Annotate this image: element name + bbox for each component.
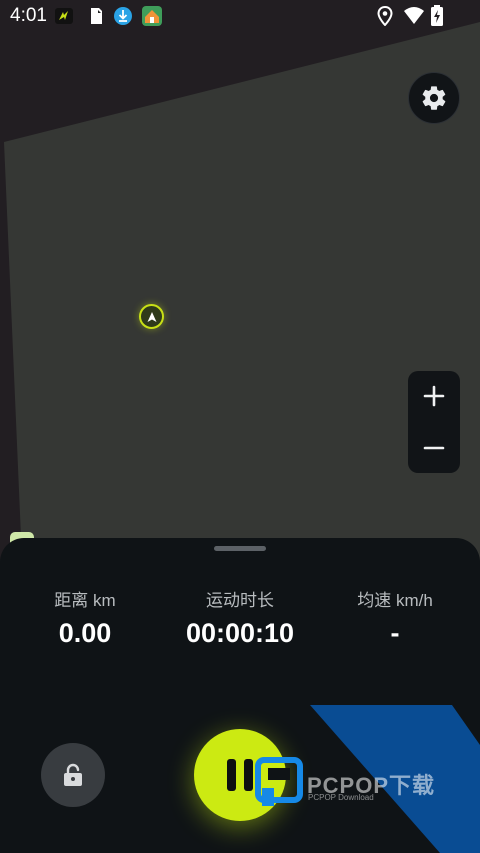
status-bar: 4:01	[0, 0, 480, 32]
duration-stat: 运动时长 00:00:10	[160, 586, 320, 649]
zoom-out-button[interactable]	[408, 423, 460, 473]
current-location-marker	[139, 304, 164, 329]
settings-button[interactable]	[408, 72, 460, 124]
app-screen: 4:01 距离 km 0.00 运动时长 00:00:10 均速 km/h - …	[0, 0, 480, 853]
location-pin-icon	[377, 6, 393, 26]
unlock-icon	[64, 763, 82, 786]
pause-button[interactable]	[194, 729, 286, 821]
minus-icon	[423, 446, 445, 450]
pause-icon-bar	[244, 759, 253, 791]
distance-stat: 距离 km 0.00	[5, 586, 165, 649]
battery-charging-icon	[431, 5, 443, 26]
speed-stat: 均速 km/h -	[315, 586, 475, 649]
download-icon	[114, 7, 132, 25]
pause-icon	[227, 759, 236, 791]
plus-icon	[423, 385, 445, 407]
speed-label: 均速 km/h	[357, 591, 433, 610]
zoom-controls	[408, 371, 460, 473]
workout-panel: 距离 km 0.00 运动时长 00:00:10 均速 km/h -	[0, 538, 480, 853]
status-time: 4:01	[10, 5, 47, 26]
home-app-icon	[142, 6, 162, 26]
drag-handle[interactable]	[214, 546, 266, 551]
lock-button[interactable]	[41, 743, 105, 807]
speed-value: -	[390, 618, 400, 648]
bolt-app-icon	[55, 8, 73, 24]
duration-value: 00:00:10	[185, 618, 295, 648]
navigation-arrow-icon	[147, 311, 156, 322]
wifi-icon	[404, 7, 424, 24]
distance-label: 距离 km	[54, 591, 116, 610]
sim-card-icon	[91, 8, 102, 24]
gear-icon	[422, 86, 446, 110]
distance-value: 0.00	[58, 618, 112, 648]
zoom-in-button[interactable]	[408, 371, 460, 421]
duration-label: 运动时长	[206, 591, 274, 610]
